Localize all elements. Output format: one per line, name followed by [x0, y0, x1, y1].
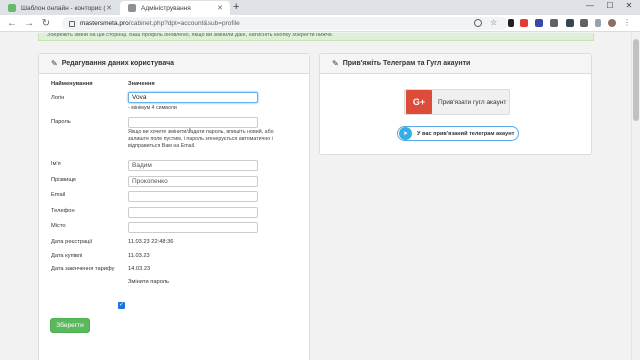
save-button[interactable]: Зберегти	[50, 318, 90, 333]
purchase-date-label: Дата купівлі	[51, 253, 83, 259]
tariff-end-label: Дата закінчення тарифу	[51, 266, 115, 272]
close-tab-icon[interactable]: ✕	[216, 4, 224, 12]
profile-panel: ✎ Редагування даних користувача Найменув…	[38, 53, 310, 360]
close-tab-icon[interactable]: ✕	[105, 4, 113, 12]
extension-grey-icon[interactable]	[550, 19, 558, 27]
tab-admin[interactable]: Адміністрування ✕	[120, 1, 230, 15]
new-tab-button[interactable]: +	[233, 1, 239, 13]
profile-avatar[interactable]	[608, 19, 616, 27]
column-header-value: Значення	[128, 81, 155, 87]
tab-title: Шаблон онлайн - конторис (н...	[21, 4, 105, 12]
social-accounts-panel: ✎ Прив'яжіть Телеграм та Гугл акаунти G+…	[319, 53, 592, 155]
scrollbar-thumb[interactable]	[633, 39, 639, 121]
name-label: Ім'я	[51, 161, 61, 167]
google-plus-icon: G+	[406, 90, 432, 114]
login-label: Логін	[51, 95, 65, 101]
name-input[interactable]	[128, 160, 258, 171]
password-label: Пароль	[51, 119, 71, 125]
registration-date-value: 11.03.23 22:48:36	[128, 239, 174, 245]
registration-date-label: Дата реєстрації	[51, 239, 93, 245]
telegram-linked-button[interactable]: ➤ У вас прив'язаний телеграм акаунт	[397, 126, 519, 141]
city-input[interactable]	[128, 222, 258, 233]
extension-blue-icon[interactable]	[535, 19, 543, 27]
email-input[interactable]	[128, 191, 258, 202]
puzzle-icon[interactable]	[580, 19, 588, 27]
purchase-date-value: 11.03.23	[128, 253, 150, 259]
menu-kebab-icon[interactable]: ⋮	[623, 19, 631, 27]
login-hint: - мінімум 4 символи	[128, 105, 177, 111]
pencil-icon: ✎	[332, 59, 339, 68]
column-header-name: Найменування	[51, 81, 93, 87]
link-google-label: Прив'язати гугл акаунт	[438, 98, 507, 106]
login-input[interactable]	[128, 92, 258, 103]
telegram-icon: ➤	[399, 127, 412, 140]
phone-input[interactable]	[128, 207, 258, 218]
password-input[interactable]	[128, 117, 258, 128]
page-scrollbar[interactable]	[631, 33, 640, 360]
favicon-icon	[128, 4, 136, 12]
link-google-button[interactable]: G+ Прив'язати гугл акаунт	[404, 89, 510, 115]
close-window-button[interactable]: ✕	[622, 1, 636, 10]
maximize-button[interactable]: ☐	[603, 1, 617, 10]
sidebar-icon[interactable]	[595, 19, 601, 27]
telegram-linked-label: У вас прив'язаний телеграм акаунт	[417, 130, 515, 137]
bookmark-star-icon[interactable]: ☆	[490, 19, 499, 27]
tab-strip: Шаблон онлайн - конторис (н... ✕ Адмініс…	[0, 0, 640, 15]
page-content: Збережіть зміни на цій сторінці. Ваш про…	[0, 33, 631, 360]
email-label: Email	[51, 192, 66, 198]
pencil-icon: ✎	[51, 59, 58, 68]
profile-panel-header: ✎ Редагування даних користувача	[39, 54, 309, 74]
extension-red-icon[interactable]	[520, 19, 528, 27]
success-alert: Збережіть зміни на цій сторінці. Ваш про…	[38, 33, 594, 41]
change-password-label: Змінити пароль	[128, 279, 170, 285]
address-bar[interactable]: mastersmeta.pro /cabinet.php?dpt=account…	[62, 17, 508, 30]
tab-shablon[interactable]: Шаблон онлайн - конторис (н... ✕	[0, 1, 119, 15]
tariff-end-value: 14.03.23	[128, 266, 151, 272]
surname-label: Прізвище	[51, 177, 77, 183]
minimize-button[interactable]: —	[583, 1, 597, 10]
lock-icon	[69, 20, 75, 27]
back-button[interactable]: ←	[6, 18, 18, 29]
favicon-icon	[8, 4, 16, 12]
password-hint: Якщо ви хочете змінити/задати пароль, вп…	[128, 129, 274, 150]
zoom-icon[interactable]	[474, 19, 482, 27]
reload-button[interactable]: ↻	[40, 18, 52, 29]
forward-button[interactable]: →	[23, 18, 35, 29]
social-panel-header: ✎ Прив'яжіть Телеграм та Гугл акаунти	[320, 54, 591, 74]
url-path: /cabinet.php?dpt=account&sub=profile	[128, 20, 240, 27]
extension-dark-icon[interactable]	[566, 19, 574, 27]
change-password-checkbox[interactable]: ✓	[118, 302, 125, 309]
extension-tiktok-icon[interactable]	[508, 19, 514, 27]
tab-title: Адміністрування	[141, 4, 191, 12]
alert-text: Збережіть зміни на цій сторінці. Ваш про…	[47, 33, 334, 38]
profile-panel-title: Редагування даних користувача	[61, 60, 175, 67]
surname-input[interactable]	[128, 176, 258, 187]
city-label: Місто	[51, 223, 66, 229]
phone-label: Телефон	[51, 208, 75, 214]
social-panel-title: Прив'яжіть Телеграм та Гугл акаунти	[342, 60, 471, 67]
browser-toolbar: ← → ↻ mastersmeta.pro /cabinet.php?dpt=a…	[0, 15, 640, 32]
url-host: mastersmeta.pro	[80, 20, 129, 27]
